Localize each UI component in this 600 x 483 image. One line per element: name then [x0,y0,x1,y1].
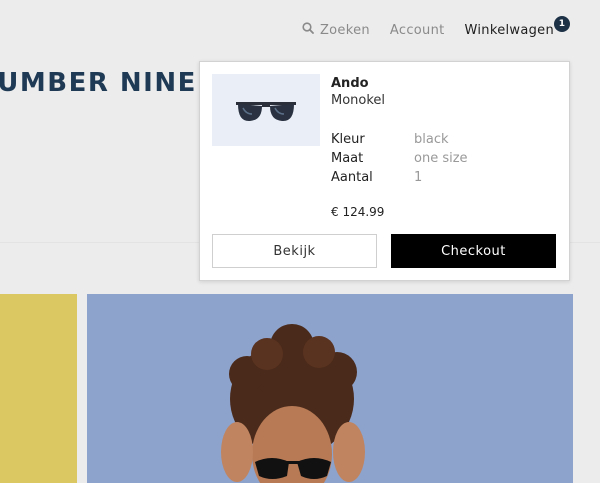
search-icon [302,22,314,38]
attribute-label: Kleur [331,132,365,147]
attribute-row-size: Maat one size [331,149,468,168]
attribute-label: Aantal [331,170,373,185]
brand-title: NUMBER NINE [0,68,197,98]
product-thumbnail[interactable] [212,74,320,146]
account-link[interactable]: Account [390,23,445,38]
product-info: Ando Monokel Kleur black Maat one size A… [331,76,468,219]
attribute-row-quantity: Aantal 1 [331,168,468,187]
model-photo-illustration [221,324,365,483]
view-cart-button[interactable]: Bekijk [212,234,377,268]
product-name[interactable]: Ando [331,76,468,91]
product-attributes: Kleur black Maat one size Aantal 1 [331,130,468,187]
cart-count-badge: 1 [554,15,570,32]
cart-dropdown: Ando Monokel Kleur black Maat one size A… [199,61,570,281]
search-link[interactable]: Zoeken [302,22,370,38]
header-nav: Zoeken Account Winkelwagen 1 [302,15,570,38]
hero-photo[interactable] [87,294,573,483]
attribute-row-color: Kleur black [331,130,468,149]
search-label: Zoeken [319,22,370,38]
cart-label: Winkelwagen [464,22,554,38]
attribute-value: black [414,132,449,147]
cart-link[interactable]: Winkelwagen 1 [464,15,570,38]
product-brand: Monokel [331,93,386,108]
attribute-label: Maat [331,151,364,166]
attribute-value: 1 [414,170,423,185]
checkout-button[interactable]: Checkout [391,234,556,268]
promo-panel-yellow[interactable] [0,294,77,483]
product-price: € 124.99 [331,205,385,219]
sunglasses-icon [236,102,296,122]
attribute-value: one size [414,151,468,166]
